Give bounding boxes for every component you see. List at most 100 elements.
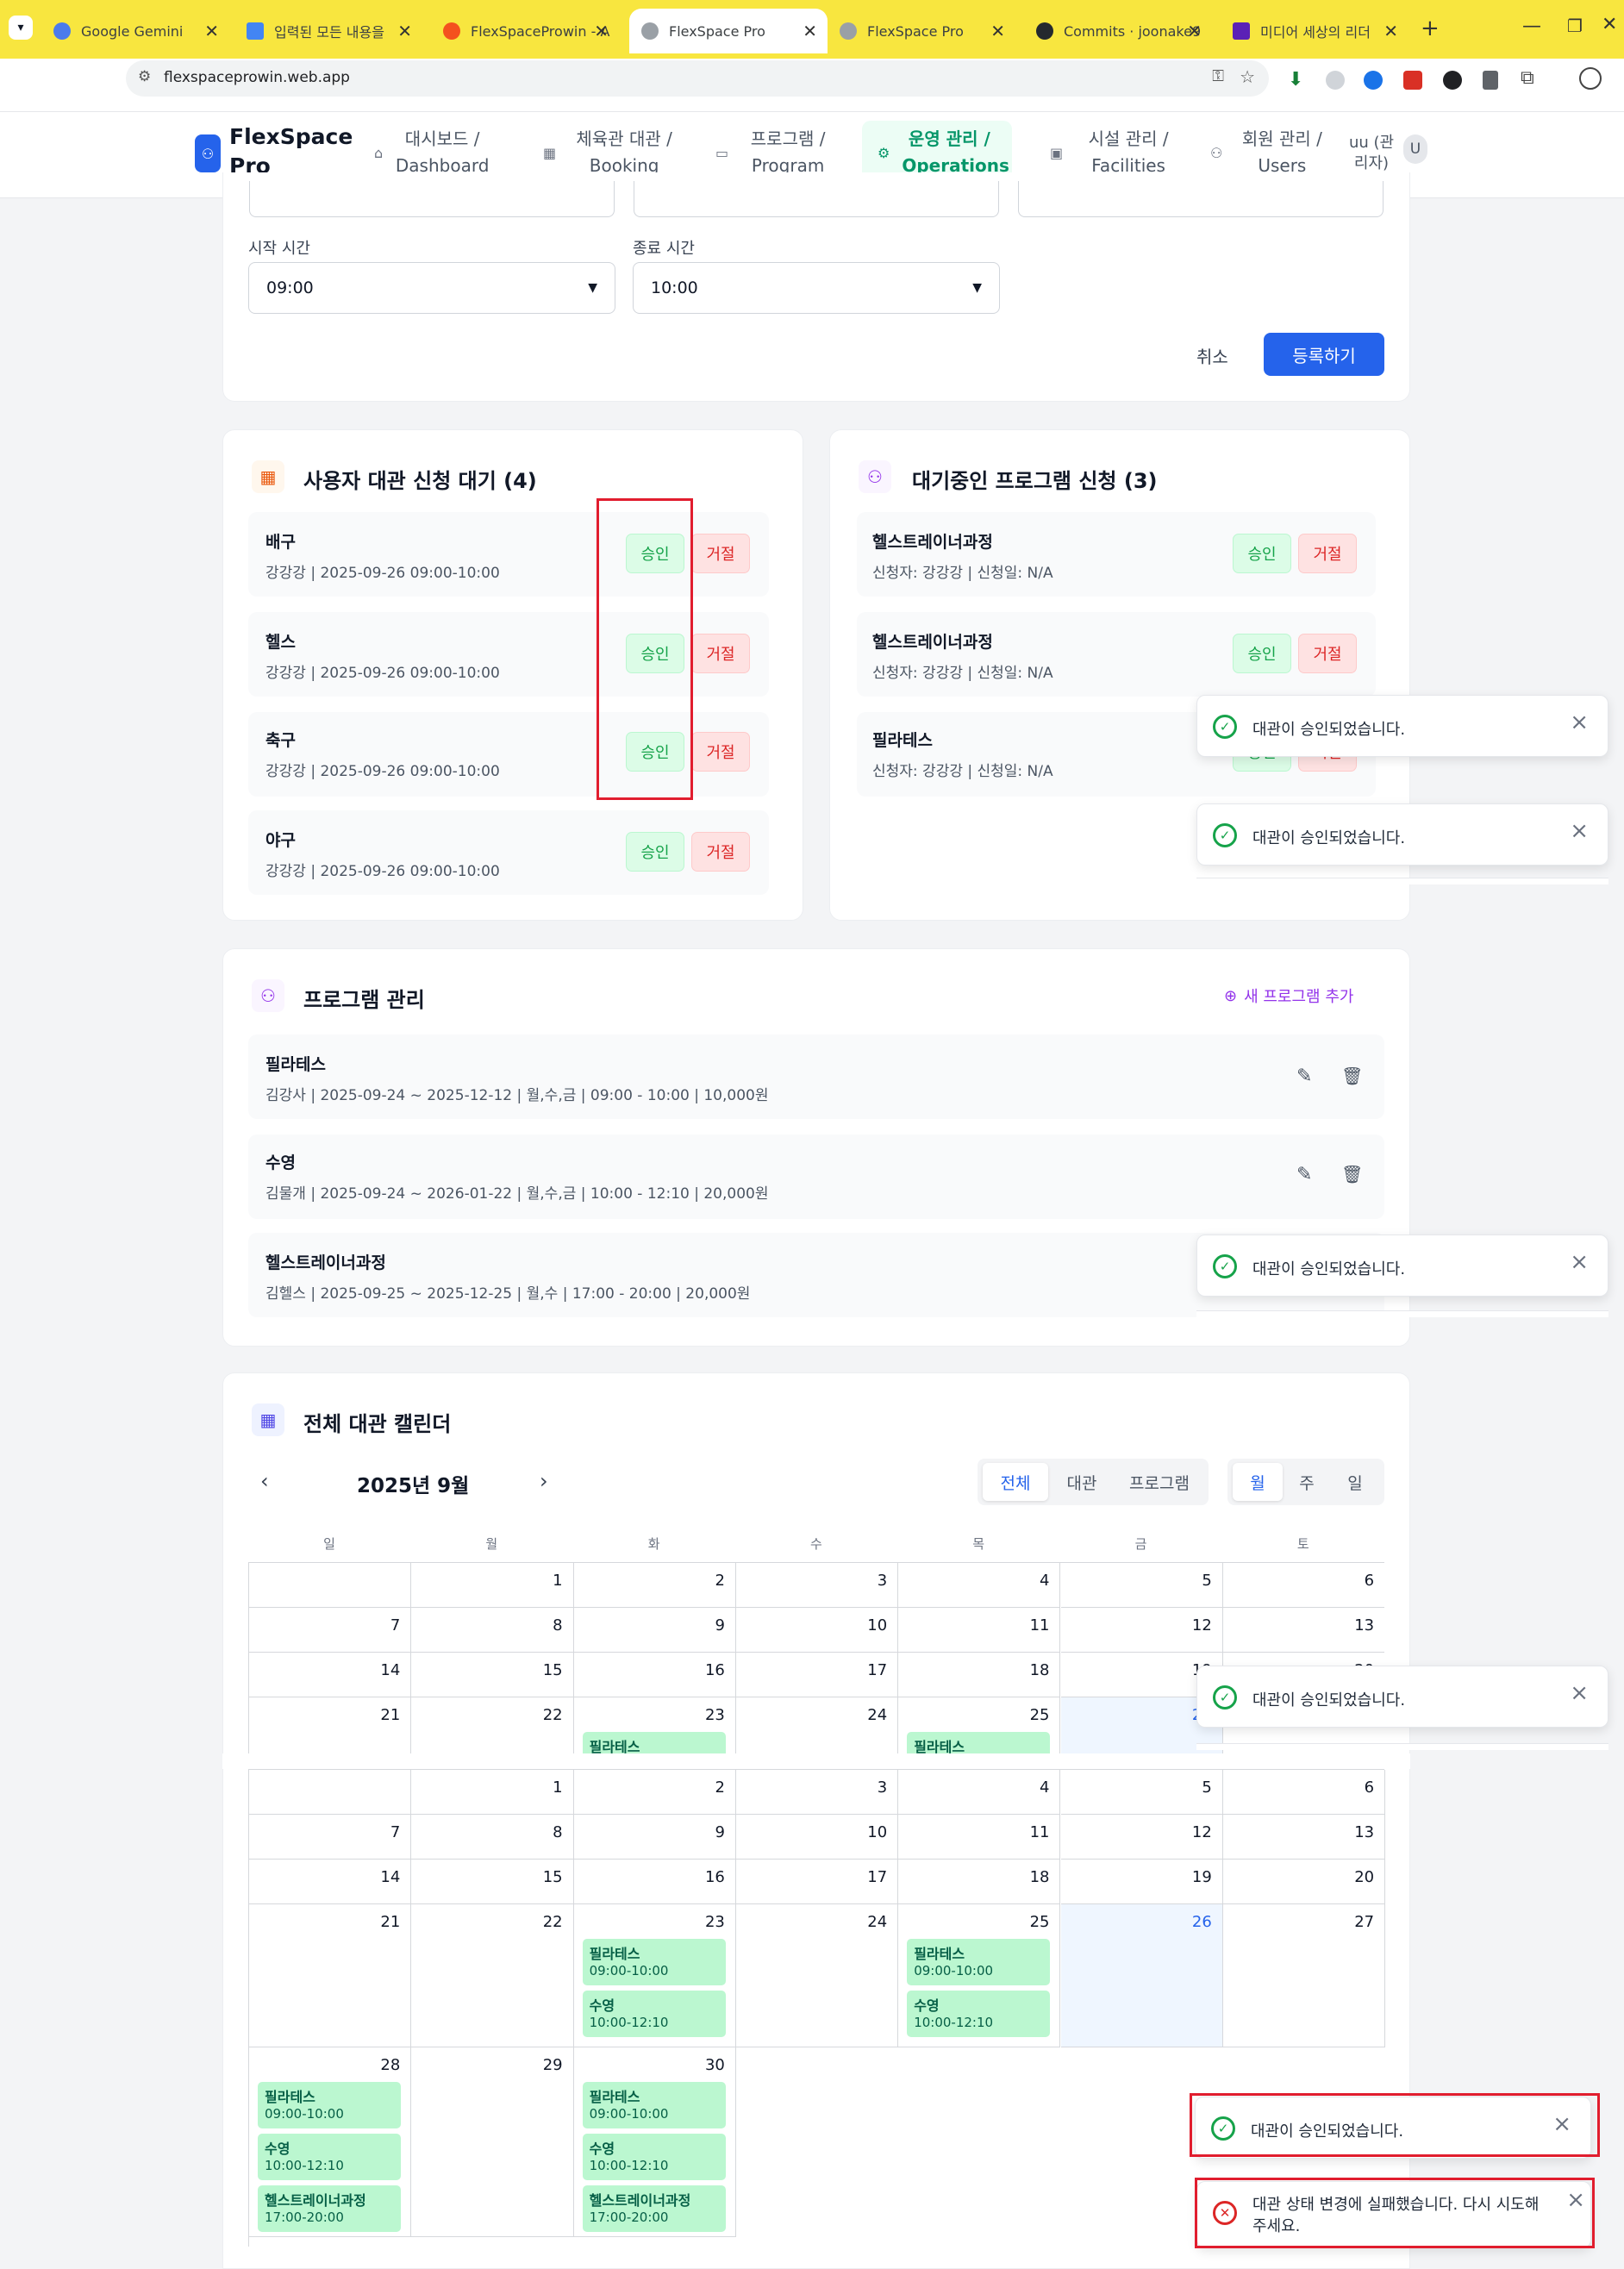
browser-tab[interactable]: Commits · joonake9 ✕ [1024, 9, 1212, 53]
calendar-day-cell[interactable]: 24 [735, 1697, 899, 1753]
trash-icon[interactable]: 🗑 [1341, 1164, 1363, 1185]
calendar-day-cell[interactable]: 26 [1060, 1904, 1223, 2047]
close-icon[interactable]: × [1570, 709, 1589, 735]
calendar-event[interactable]: 필라테스09:00-10:00 [582, 1732, 726, 1753]
next-month-icon[interactable]: › [540, 1469, 548, 1493]
calendar-day-cell[interactable]: 12 [1060, 1815, 1223, 1860]
reject-button[interactable]: 거절 [691, 634, 750, 673]
close-icon[interactable]: × [1570, 1680, 1589, 1706]
extensions-puzzle-icon[interactable]: ⧉ [1521, 67, 1534, 89]
reject-button[interactable]: 거절 [691, 832, 750, 872]
calendar-day-cell[interactable]: 16 [573, 1860, 736, 1904]
calendar-day-cell[interactable]: 15 [411, 1860, 574, 1904]
approve-button[interactable]: 승인 [1233, 634, 1291, 673]
calendar-day-cell[interactable]: 2 [573, 1770, 736, 1815]
add-program-button[interactable]: ⊕ 새 프로그램 추가 [1224, 984, 1353, 1007]
close-tab-icon[interactable]: ✕ [204, 21, 219, 41]
calendar-day-cell[interactable]: 6 [1222, 1770, 1386, 1815]
calendar-event[interactable]: 수영 10:00-12:10 [582, 1991, 726, 2037]
close-tab-icon[interactable]: ✕ [1384, 21, 1398, 41]
calendar-day-cell[interactable]: 23필라테스09:00-10:00수영10:00-12:10 [573, 1697, 736, 1753]
calendar-day-cell[interactable]: 18 [898, 1860, 1061, 1904]
key-icon[interactable]: ⚿ [1212, 67, 1224, 85]
calendar-day-cell[interactable]: 23필라테스09:00-10:00수영10:00-12:10 [573, 1904, 736, 2047]
calendar-day-cell[interactable]: 27 [1222, 1904, 1386, 2047]
calendar-day-cell[interactable]: 3 [735, 1563, 899, 1608]
close-icon[interactable]: × [1570, 818, 1589, 844]
reject-button[interactable]: 거절 [1298, 534, 1357, 573]
calendar-event[interactable]: 필라테스09:00-10:00 [907, 1939, 1051, 1985]
new-tab-icon[interactable]: + [1421, 16, 1440, 41]
calendar-day-cell[interactable]: 4 [898, 1770, 1061, 1815]
calendar-day-cell[interactable]: 29 [411, 2047, 574, 2237]
download-icon[interactable]: ⬇ [1288, 69, 1303, 91]
calendar-day-cell[interactable]: 22 [411, 1904, 574, 2047]
calendar-day-cell[interactable]: 7 [249, 1608, 412, 1653]
calendar-event[interactable]: 필라테스09:00-10:00 [582, 2082, 726, 2128]
reject-button[interactable]: 거절 [691, 732, 750, 772]
edit-icon[interactable]: ✎ [1296, 1066, 1312, 1087]
calendar-event[interactable]: 필라테스09:00-10:00 [907, 1732, 1051, 1753]
submit-button[interactable]: 등록하기 [1264, 333, 1384, 376]
browser-tab-active[interactable]: FlexSpace Pro ✕ [629, 9, 828, 53]
facility-select[interactable] [249, 181, 615, 217]
calendar-day-cell[interactable]: 5 [1060, 1770, 1223, 1815]
maximize-icon[interactable]: ❐ [1567, 16, 1583, 36]
close-tab-icon[interactable]: ✕ [803, 21, 817, 41]
close-tab-icon[interactable]: ✕ [990, 21, 1005, 41]
close-window-icon[interactable]: ✕ [1602, 14, 1617, 35]
calendar-day-cell[interactable]: 11 [898, 1608, 1061, 1653]
reject-button[interactable]: 거절 [691, 534, 750, 573]
close-icon[interactable]: × [1570, 1249, 1589, 1275]
close-tab-icon[interactable]: ✕ [594, 21, 609, 41]
calendar-day-cell[interactable]: 28 필라테스 09:00-10:00 수영 10:00-12:10 헬스트레이너과정 17… [249, 2047, 412, 2237]
calendar-day-cell[interactable]: 5 [1060, 1563, 1223, 1608]
extension-icon[interactable] [1483, 71, 1498, 90]
calendar-day-cell[interactable]: 22 [411, 1697, 574, 1753]
calendar-event[interactable]: 수영 10:00-12:10 [258, 2134, 401, 2180]
user-name[interactable]: uu (관리자) [1346, 133, 1396, 174]
calendar-day-cell[interactable]: 21 [249, 1904, 412, 2047]
user-avatar[interactable]: U [1403, 134, 1427, 164]
profile-icon[interactable] [1579, 67, 1602, 90]
approve-button[interactable]: 승인 [1233, 534, 1291, 573]
view-day[interactable]: 일 [1331, 1463, 1379, 1501]
tab-search-icon[interactable]: ▾ [9, 16, 33, 40]
filter-program[interactable]: 프로그램 [1115, 1463, 1203, 1501]
close-tab-icon[interactable]: ✕ [1187, 21, 1202, 41]
calendar-event[interactable]: 필라테스09:00-10:00 [258, 2082, 401, 2128]
calendar-day-cell[interactable]: 10 [735, 1815, 899, 1860]
brand-logo-icon[interactable]: ⚇ [195, 134, 221, 172]
extension-icon[interactable] [1326, 71, 1345, 90]
edit-icon[interactable]: ✎ [1296, 1164, 1312, 1185]
calendar-day-cell[interactable]: 24 [735, 1904, 899, 2047]
browser-tab[interactable]: Google Gemini ✕ [41, 9, 229, 53]
view-month[interactable]: 월 [1233, 1463, 1283, 1501]
prev-month-icon[interactable]: ‹ [260, 1469, 269, 1493]
calendar-day-cell[interactable]: 4 [898, 1563, 1061, 1608]
calendar-day-cell[interactable]: 2 [573, 1563, 736, 1608]
view-week[interactable]: 주 [1283, 1463, 1331, 1501]
filter-booking[interactable]: 대관 [1052, 1463, 1112, 1501]
end-time-select[interactable]: 10:00 ▼ [633, 262, 1000, 314]
star-icon[interactable]: ☆ [1240, 66, 1255, 87]
address-bar[interactable]: ⚙ flexspaceprowin.web.app ⚿ ☆ [126, 60, 1269, 97]
site-info-icon[interactable]: ⚙ [138, 68, 151, 85]
calendar-day-cell[interactable]: 12 [1060, 1608, 1223, 1653]
filter-all[interactable]: 전체 [983, 1463, 1048, 1501]
calendar-day-cell[interactable]: 3 [735, 1770, 899, 1815]
extension-icon[interactable] [1443, 71, 1462, 90]
calendar-day-cell[interactable]: 25필라테스09:00-10:00수영10:00-12:10 [898, 1904, 1061, 2047]
calendar-day-cell[interactable]: 17 [735, 1653, 899, 1697]
calendar-day-cell[interactable]: 25필라테스09:00-10:00수영10:00-12:10 [898, 1697, 1061, 1753]
trash-icon[interactable]: 🗑 [1341, 1066, 1363, 1086]
start-time-select[interactable]: 09:00 ▼ [248, 262, 615, 314]
calendar-event[interactable]: 수영 10:00-12:10 [907, 1991, 1051, 2037]
calendar-day-cell[interactable]: 30 필라테스 09:00-10:00 수영 10:00-12:10 헬스트레이너과정 17… [573, 2047, 736, 2237]
calendar-event[interactable]: 헬스트레이너과정 17:00-20:00 [258, 2185, 401, 2232]
calendar-day-cell[interactable]: 10 [735, 1608, 899, 1653]
calendar-day-cell[interactable]: 6 [1222, 1563, 1384, 1608]
browser-tab[interactable]: 입력된 모든 내용을 ✕ [234, 9, 422, 53]
calendar-day-cell[interactable]: 20 [1222, 1860, 1386, 1904]
calendar-day-cell[interactable]: 13 [1222, 1815, 1386, 1860]
